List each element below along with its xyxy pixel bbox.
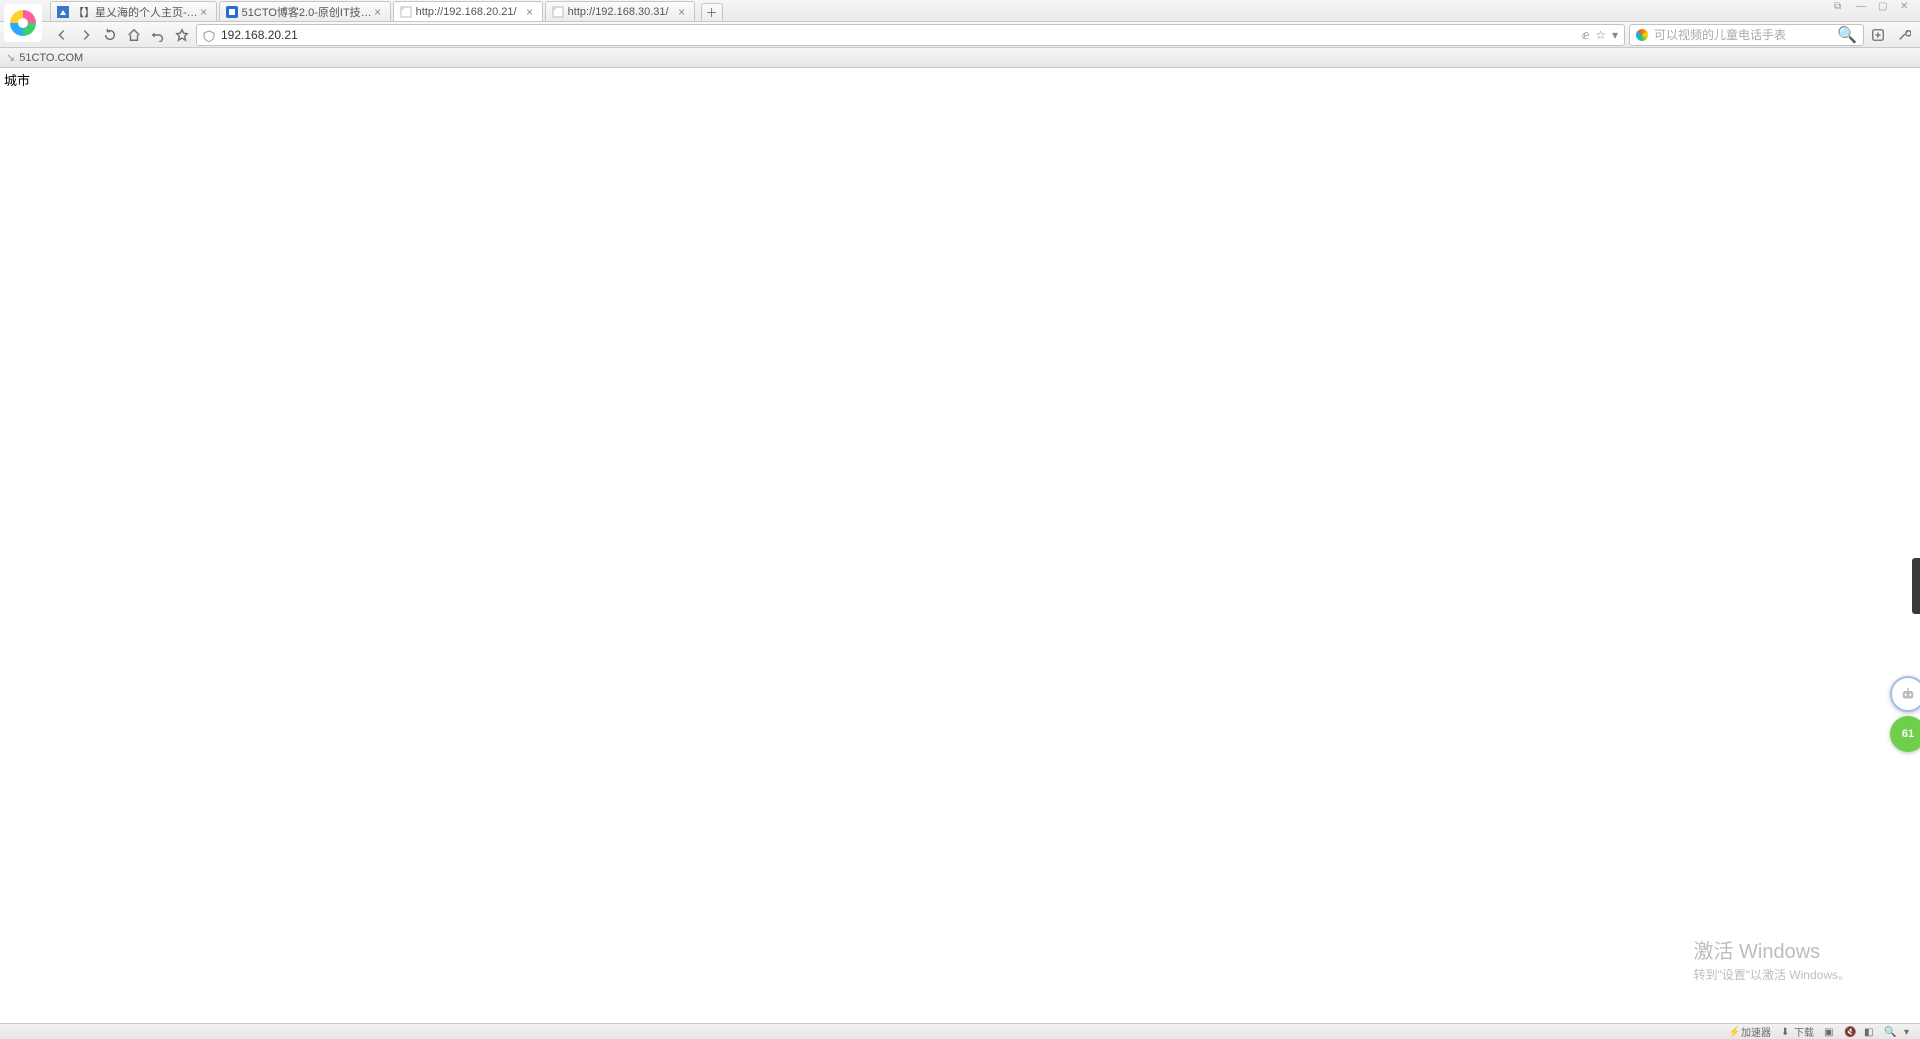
status-bar: ⚡ 加速器 ⬇ 下载 ▣ 🔇 ◧ 🔍 ▾ xyxy=(0,1023,1920,1039)
favicon-icon xyxy=(552,6,564,18)
status-icon-3[interactable]: ◧ xyxy=(1864,1027,1874,1037)
undo-button[interactable] xyxy=(148,25,168,45)
search-engine-icon[interactable] xyxy=(1636,29,1648,41)
shield-icon xyxy=(203,29,215,41)
address-bar: ⅇ ☆ ▾ 🔍 xyxy=(0,22,1920,48)
tab-title: http://192.168.30.31/ xyxy=(568,6,676,18)
bookmark-star-icon[interactable]: ☆ xyxy=(1595,28,1606,42)
url-input[interactable] xyxy=(221,28,1576,42)
close-icon[interactable]: × xyxy=(676,5,688,19)
reload-button[interactable] xyxy=(100,25,120,45)
extension-button[interactable] xyxy=(1868,25,1888,45)
tab-3[interactable]: http://192.168.30.31/ × xyxy=(545,1,695,21)
status-chevron-icon[interactable]: ▾ xyxy=(1904,1027,1914,1037)
activation-subtitle: 转到"设置"以激活 Windows。 xyxy=(1693,966,1850,983)
tab-bar: 【】星乂海的个人主页-… × 51CTO博客2.0-原创IT技… × http:… xyxy=(0,0,1920,22)
search-icon[interactable]: 🔍 xyxy=(1837,25,1857,45)
close-icon[interactable]: × xyxy=(372,5,384,19)
window-skin-icon[interactable]: ⧉ xyxy=(1834,2,1844,12)
bookmark-item[interactable]: 51CTO.COM xyxy=(19,52,83,64)
tab-title: 【】星乂海的个人主页-… xyxy=(73,4,198,20)
browser-logo[interactable] xyxy=(4,4,42,42)
assistant-count: 61 xyxy=(1902,728,1914,740)
url-dropdown-icon[interactable]: ▾ xyxy=(1612,28,1618,42)
window-close-icon[interactable]: ✕ xyxy=(1900,2,1910,12)
star-button[interactable] xyxy=(172,25,192,45)
forward-button[interactable] xyxy=(76,25,96,45)
close-icon[interactable]: × xyxy=(524,5,536,19)
page-body-text: 城市 xyxy=(0,68,1920,91)
tab-title: 51CTO博客2.0-原创IT技… xyxy=(242,4,372,20)
status-zoom-icon[interactable]: 🔍 xyxy=(1884,1027,1894,1037)
url-box[interactable]: ⅇ ☆ ▾ xyxy=(196,24,1625,46)
url-right-icons: ⅇ ☆ ▾ xyxy=(1582,28,1618,42)
window-minimize-icon[interactable]: ― xyxy=(1856,2,1866,12)
favicon-icon xyxy=(226,6,238,18)
window-maximize-icon[interactable]: ▢ xyxy=(1878,2,1888,12)
search-input[interactable] xyxy=(1654,28,1831,42)
assistant-robot-button[interactable] xyxy=(1890,676,1920,712)
side-panel-handle[interactable] xyxy=(1912,558,1920,614)
tools-button[interactable] xyxy=(1894,25,1914,45)
page-viewport: 城市 激活 Windows 转到"设置"以激活 Windows。 61 xyxy=(0,68,1920,1023)
favicon-icon xyxy=(57,6,69,18)
tab-1[interactable]: 51CTO博客2.0-原创IT技… × xyxy=(219,1,391,21)
status-accelerator[interactable]: ⚡ 加速器 xyxy=(1728,1024,1771,1039)
toolbar-right xyxy=(1868,25,1914,45)
tab-2[interactable]: http://192.168.20.21/ × xyxy=(393,1,543,21)
new-tab-button[interactable]: ＋ xyxy=(701,3,723,21)
search-box[interactable]: 🔍 xyxy=(1629,24,1864,46)
close-icon[interactable]: × xyxy=(198,5,210,19)
download-icon: ⬇ xyxy=(1781,1027,1791,1037)
compat-mode-icon[interactable]: ⅇ xyxy=(1582,28,1589,42)
bookmarks-bar: ↘ 51CTO.COM xyxy=(0,48,1920,68)
rocket-icon: ⚡ xyxy=(1728,1027,1738,1037)
back-button[interactable] xyxy=(52,25,72,45)
activation-title: 激活 Windows xyxy=(1693,935,1850,964)
link-icon: ↘ xyxy=(6,51,15,64)
status-icon-1[interactable]: ▣ xyxy=(1824,1027,1834,1037)
status-download[interactable]: ⬇ 下载 xyxy=(1781,1024,1814,1039)
window-controls: ⧉ ― ▢ ✕ xyxy=(1834,2,1910,12)
status-mute-icon[interactable]: 🔇 xyxy=(1844,1027,1854,1037)
status-download-label: 下载 xyxy=(1794,1024,1814,1039)
tab-title: http://192.168.20.21/ xyxy=(416,6,524,18)
assistant-count-badge[interactable]: 61 xyxy=(1890,716,1920,752)
windows-activation-watermark: 激活 Windows 转到"设置"以激活 Windows。 xyxy=(1693,935,1850,983)
home-button[interactable] xyxy=(124,25,144,45)
status-accel-label: 加速器 xyxy=(1741,1024,1771,1039)
tab-0[interactable]: 【】星乂海的个人主页-… × xyxy=(50,1,217,21)
favicon-icon xyxy=(400,6,412,18)
